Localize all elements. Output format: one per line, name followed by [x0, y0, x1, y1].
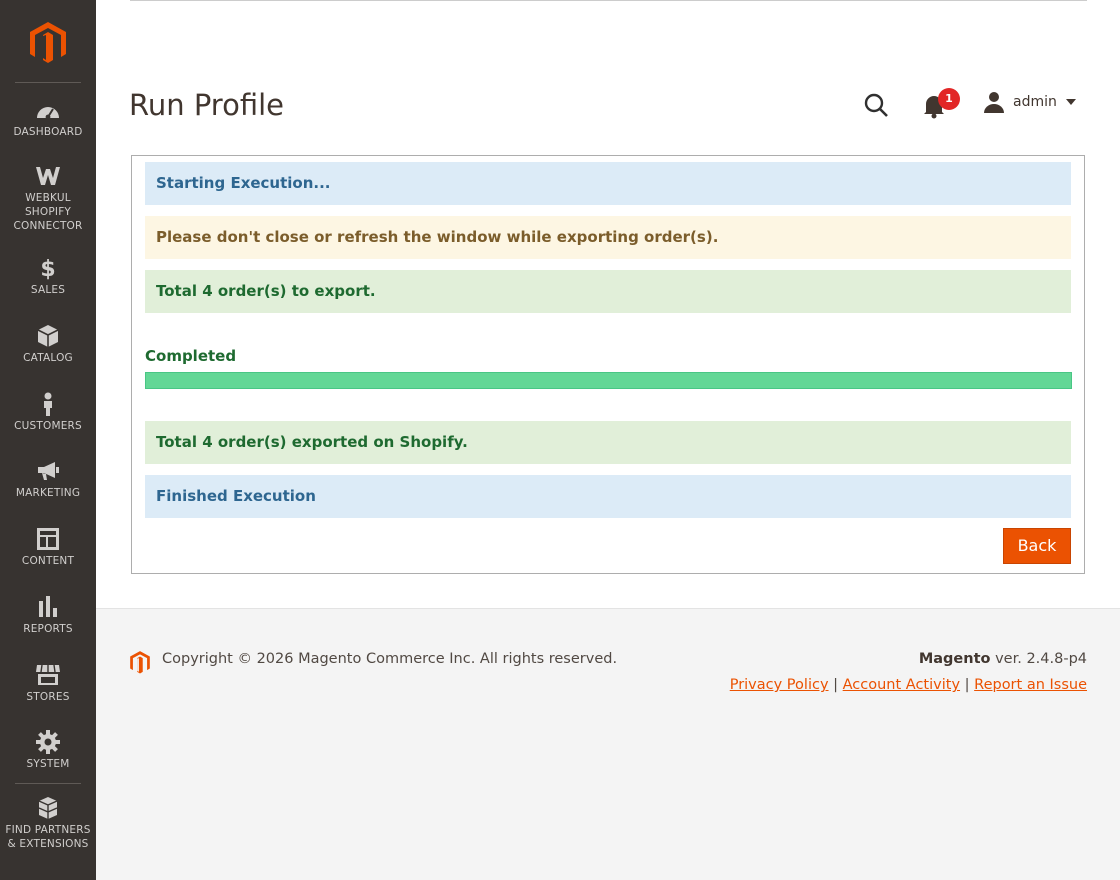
sidebar-divider — [15, 783, 81, 784]
back-button[interactable]: Back — [1003, 528, 1071, 564]
sidebar-divider — [15, 82, 81, 83]
brand-name: Magento — [918, 651, 991, 667]
nav-label: SYSTEM — [26, 758, 70, 770]
nav-sales[interactable]: $ SALES — [0, 256, 96, 297]
nav-label: REPORTS — [23, 623, 73, 635]
version-info: Magento ver. 2.4.8-p4 — [919, 651, 1087, 667]
svg-text:$: $ — [40, 257, 55, 280]
page-title: Run Profile — [129, 88, 284, 122]
dollar-icon: $ — [40, 257, 55, 280]
copyright-text: Copyright © 2026 Magento Commerce Inc. A… — [162, 651, 618, 667]
progress-label: Completed — [145, 347, 237, 365]
webkul-icon — [36, 167, 60, 185]
message-orders-exported: Total 4 order(s) exported on Shopify. — [145, 421, 1071, 464]
user-icon — [984, 92, 1004, 113]
search-button[interactable] — [862, 91, 890, 119]
gear-icon — [36, 730, 60, 754]
nav-label: CONTENT — [21, 555, 75, 567]
message-total-orders: Total 4 order(s) to export. — [145, 270, 1071, 313]
search-icon — [864, 93, 888, 117]
magento-logo-icon[interactable] — [28, 20, 68, 64]
nav-label-line: CONNECTOR — [13, 220, 83, 232]
nav-system[interactable]: SYSTEM — [0, 730, 96, 771]
nav-marketing[interactable]: MARKETING — [0, 459, 96, 500]
dashboard-icon — [37, 107, 59, 120]
progress-bar — [145, 372, 1072, 389]
nav-label: CATALOG — [23, 352, 73, 364]
person-icon — [44, 392, 52, 416]
nav-label: MARKETING — [15, 487, 81, 499]
nav-label-line: & EXTENSIONS — [7, 838, 89, 850]
nav-label-line: SHOPIFY — [24, 206, 72, 218]
nav-label-line: FIND PARTNERS — [5, 824, 91, 836]
megaphone-icon — [38, 462, 59, 480]
nav-reports[interactable]: REPORTS — [0, 595, 96, 636]
notifications-button[interactable]: 1 — [921, 88, 961, 120]
header-divider — [130, 0, 1087, 1]
admin-sidebar: DASHBOARD WEBKUL SHOPIFY CONNECTOR $ SAL… — [0, 0, 96, 880]
nav-label: STORES — [26, 691, 70, 703]
nav-label: SALES — [30, 284, 66, 296]
run-profile-panel: Starting Execution... Please don't close… — [131, 155, 1085, 574]
nav-find-partners-extensions[interactable]: FIND PARTNERS & EXTENSIONS — [0, 796, 96, 851]
nav-dashboard[interactable]: DASHBOARD — [0, 98, 96, 139]
layout-icon — [37, 528, 59, 550]
magento-logo-icon — [130, 651, 150, 674]
page-footer: Copyright © 2026 Magento Commerce Inc. A… — [96, 608, 1120, 880]
nav-label: DASHBOARD — [13, 126, 83, 138]
bar-chart-icon — [39, 596, 57, 617]
message-warning: Please don't close or refresh the window… — [145, 216, 1071, 259]
nav-webkul-shopify-connector[interactable]: WEBKUL SHOPIFY CONNECTOR — [0, 164, 96, 233]
blocks-icon — [38, 797, 58, 819]
storefront-icon — [36, 664, 60, 685]
footer-links: Privacy Policy | Account Activity | Repo… — [729, 677, 1087, 693]
user-name: admin — [1013, 94, 1057, 110]
account-activity-link[interactable]: Account Activity — [843, 677, 960, 693]
chevron-down-icon — [1065, 99, 1076, 105]
nav-label: CUSTOMERS — [14, 420, 82, 432]
nav-customers[interactable]: CUSTOMERS — [0, 392, 96, 433]
version-number: ver. 2.4.8-p4 — [990, 651, 1087, 667]
message-starting-execution: Starting Execution... — [145, 162, 1071, 205]
nav-label-line: WEBKUL — [25, 192, 71, 204]
notification-count-badge: 1 — [938, 88, 960, 110]
report-issue-link[interactable]: Report an Issue — [974, 677, 1087, 693]
privacy-policy-link[interactable]: Privacy Policy — [730, 677, 829, 693]
nav-catalog[interactable]: CATALOG — [0, 324, 96, 365]
progress-bar-fill — [146, 373, 1071, 388]
nav-content[interactable]: CONTENT — [0, 527, 96, 568]
box-icon — [37, 325, 59, 347]
nav-stores[interactable]: STORES — [0, 663, 96, 704]
admin-user-menu[interactable]: admin — [983, 88, 1076, 116]
message-finished-execution: Finished Execution — [145, 475, 1071, 518]
